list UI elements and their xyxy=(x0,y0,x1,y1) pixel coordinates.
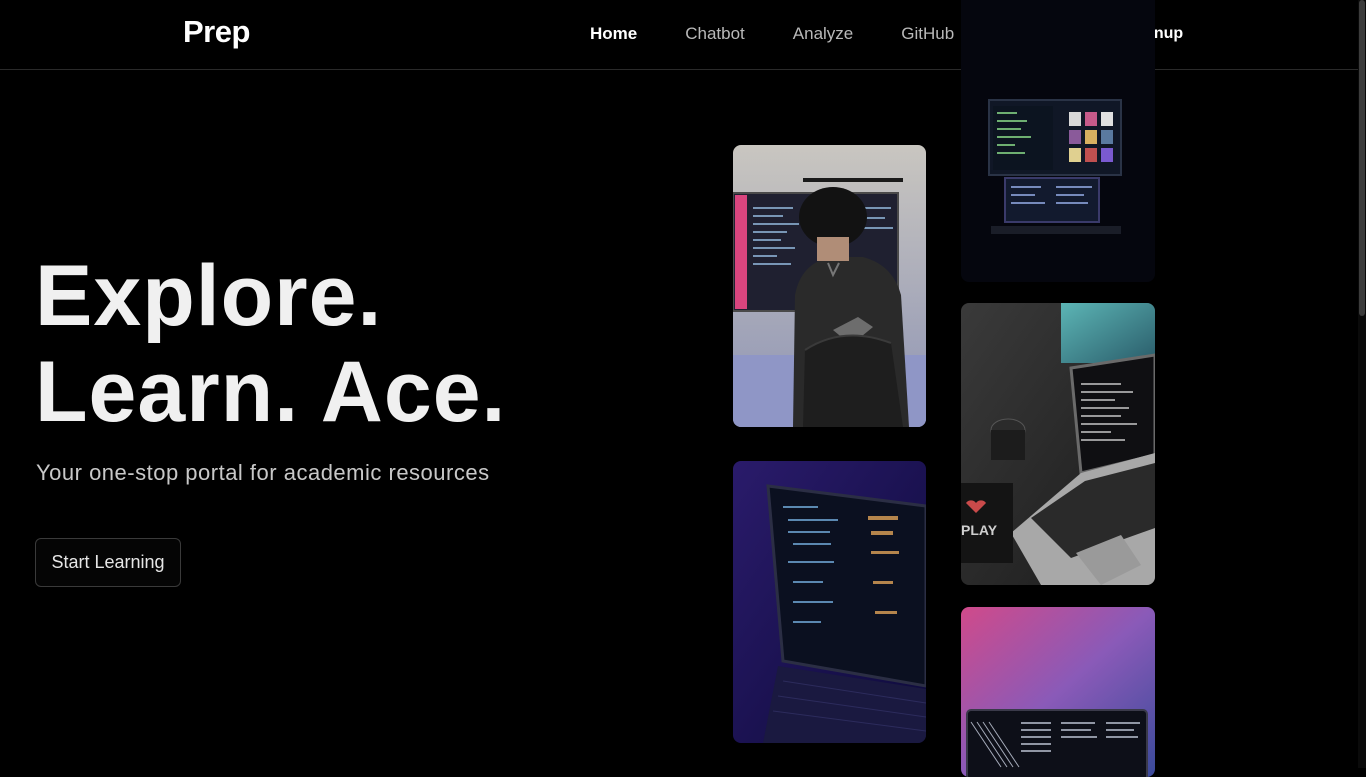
laptop-code-blue-photo xyxy=(733,461,926,743)
navbar: Prep Home Chatbot Analyze GitHub Login/S… xyxy=(0,0,1366,70)
scrollbar-thumb[interactable] xyxy=(1359,0,1365,316)
hero-title-line1: Explore. xyxy=(35,248,383,344)
hero-title: Explore. Learn. Ace. xyxy=(35,248,506,440)
dual-monitor-photo xyxy=(961,0,1155,282)
nav-analyze[interactable]: Analyze xyxy=(793,24,853,44)
nav-chatbot[interactable]: Chatbot xyxy=(685,24,745,44)
page-scrollbar[interactable] xyxy=(1358,0,1366,768)
nav-github[interactable]: GitHub xyxy=(901,24,954,44)
nav-home[interactable]: Home xyxy=(590,24,637,44)
hero-subtitle: Your one-stop portal for academic resour… xyxy=(36,460,490,485)
brand-logo[interactable]: Prep xyxy=(183,14,250,50)
nav-links: Home Chatbot Analyze GitHub xyxy=(590,24,1002,44)
person-coding-photo xyxy=(733,145,926,427)
start-learning-button[interactable]: Start Learning xyxy=(35,538,181,587)
laptop-desk-photo: PLAY xyxy=(961,303,1155,585)
laptop-pink-photo xyxy=(961,607,1155,777)
svg-text:PLAY: PLAY xyxy=(961,522,998,538)
hero-title-line2: Learn. Ace. xyxy=(35,344,507,440)
